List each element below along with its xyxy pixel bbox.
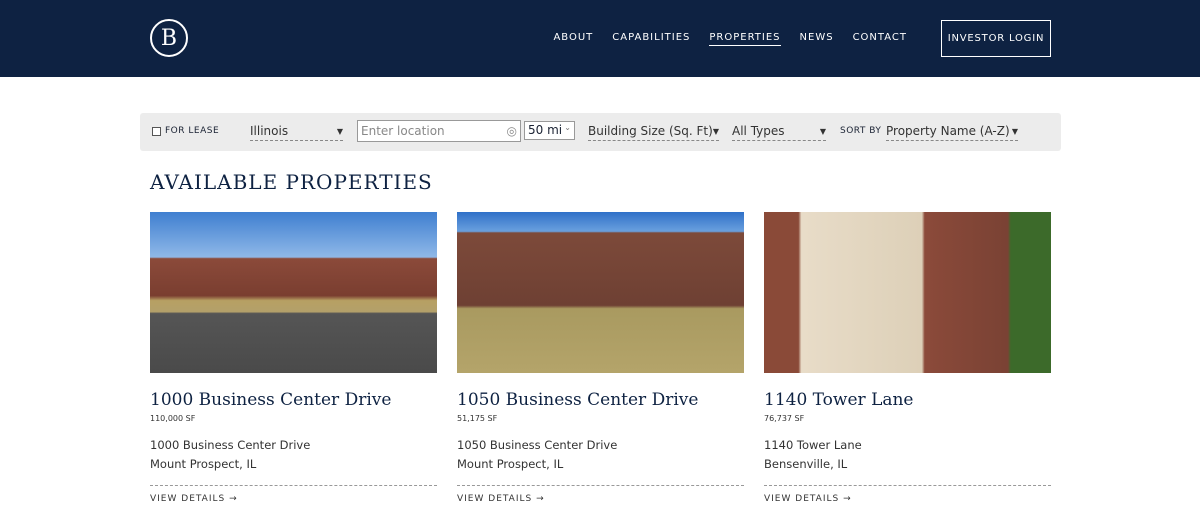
- property-card[interactable]: 1050 Business Center Drive 51,175 SF 105…: [457, 212, 744, 504]
- property-size: 51,175 SF: [457, 414, 498, 423]
- view-details-link[interactable]: VIEW DETAILS →: [764, 485, 1051, 504]
- caret-down-icon: ▼: [336, 126, 343, 136]
- property-title[interactable]: 1140 Tower Lane: [764, 390, 1051, 410]
- nav-properties[interactable]: PROPERTIES: [709, 32, 781, 46]
- nav-capabilities[interactable]: CAPABILITIES: [612, 32, 690, 46]
- property-image[interactable]: [150, 212, 437, 373]
- state-select[interactable]: Illinois ▼: [250, 122, 343, 141]
- property-title[interactable]: 1050 Business Center Drive: [457, 390, 744, 410]
- address-line: 1000 Business Center Drive: [150, 438, 311, 452]
- property-card[interactable]: 1000 Business Center Drive 110,000 SF 10…: [150, 212, 437, 504]
- property-size: 110,000 SF: [150, 414, 196, 423]
- nav-news[interactable]: NEWS: [800, 32, 834, 46]
- checkbox-icon: [152, 126, 161, 136]
- property-title[interactable]: 1000 Business Center Drive: [150, 390, 437, 410]
- radius-select[interactable]: 50 mi ⌄: [524, 121, 575, 140]
- caret-down-icon: ▼: [712, 126, 719, 136]
- view-details-link[interactable]: VIEW DETAILS →: [150, 485, 437, 504]
- location-placeholder: Enter location: [361, 124, 445, 138]
- for-lease-label: FOR LEASE: [165, 126, 220, 136]
- city-line: Bensenville, IL: [764, 457, 848, 471]
- header: B ABOUT CAPABILITIES PROPERTIES NEWS CON…: [0, 0, 1200, 77]
- building-size-select[interactable]: Building Size (Sq. Ft) ▼: [588, 122, 719, 141]
- caret-down-icon: ▼: [819, 126, 826, 136]
- chevron-down-icon: ⌄: [564, 123, 571, 132]
- property-size: 76,737 SF: [764, 414, 805, 423]
- radius-value: 50 mi: [528, 123, 563, 137]
- sort-select[interactable]: Property Name (A-Z) ▼: [886, 122, 1018, 141]
- types-value: All Types: [732, 124, 785, 138]
- property-image[interactable]: [457, 212, 744, 373]
- caret-down-icon: ▼: [1011, 126, 1018, 136]
- main-nav: ABOUT CAPABILITIES PROPERTIES NEWS CONTA…: [553, 32, 907, 46]
- nav-about[interactable]: ABOUT: [553, 32, 593, 46]
- locate-icon[interactable]: ◎: [507, 124, 517, 138]
- type-select[interactable]: All Types ▼: [732, 122, 826, 141]
- size-value: Building Size (Sq. Ft): [588, 124, 713, 138]
- city-line: Mount Prospect, IL: [150, 457, 257, 471]
- address-line: 1140 Tower Lane: [764, 438, 862, 452]
- location-input[interactable]: Enter location ◎: [357, 120, 521, 142]
- page-title: AVAILABLE PROPERTIES: [150, 170, 433, 194]
- logo[interactable]: B: [150, 19, 188, 57]
- sort-value: Property Name (A-Z): [886, 124, 1010, 138]
- state-value: Illinois: [250, 124, 289, 138]
- view-details-link[interactable]: VIEW DETAILS →: [457, 485, 744, 504]
- address-line: 1050 Business Center Drive: [457, 438, 618, 452]
- for-lease-checkbox[interactable]: FOR LEASE: [152, 126, 219, 136]
- filter-bar: FOR LEASE Illinois ▼ Enter location ◎ 50 m…: [140, 113, 1061, 151]
- property-card[interactable]: 1140 Tower Lane 76,737 SF 1140 Tower Lan…: [764, 212, 1051, 504]
- nav-contact[interactable]: CONTACT: [853, 32, 907, 46]
- city-line: Mount Prospect, IL: [457, 457, 564, 471]
- sort-label: SORT BY: [840, 126, 882, 136]
- property-image[interactable]: [764, 212, 1051, 373]
- investor-login-button[interactable]: INVESTOR LOGIN: [941, 20, 1051, 57]
